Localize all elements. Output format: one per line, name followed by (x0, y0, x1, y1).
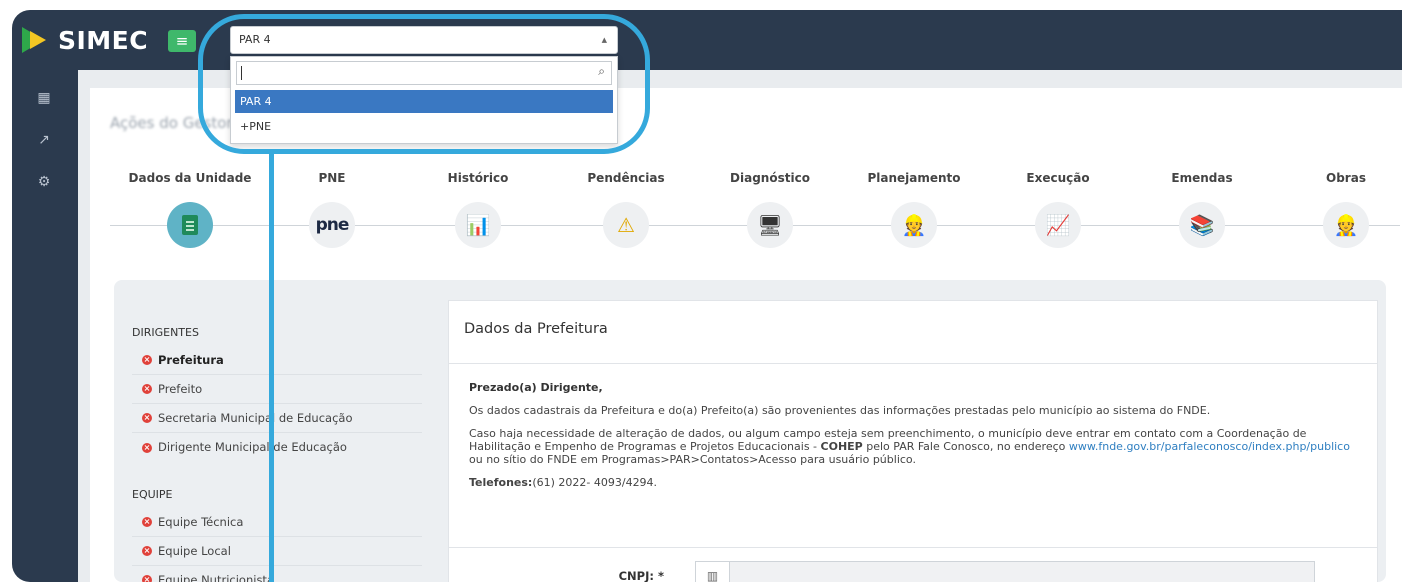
greeting-text: Prezado(a) Dirigente, (469, 381, 603, 394)
cogs-icon[interactable]: ⚙ (34, 172, 54, 192)
dropdown-option-pne[interactable]: +PNE (235, 115, 613, 138)
highlight-pointer-line (269, 154, 274, 582)
cnpj-field[interactable]: ▥ (695, 561, 1315, 582)
document-icon (167, 202, 213, 248)
program-select[interactable]: PAR 4 ▲ (230, 26, 618, 54)
grid-icon[interactable]: ▦ (34, 88, 54, 108)
error-circle-icon: × (142, 575, 152, 582)
left-menu: DIRIGENTES × Prefeitura × Prefeito × Secret… (132, 320, 422, 582)
menu-item-label: Equipe Local (158, 543, 231, 558)
step-label: Pendências (587, 171, 665, 185)
step-label: Emendas (1171, 171, 1233, 185)
step-label: Dados da Unidade (128, 171, 252, 185)
step-3[interactable]: Pendências ⚠ (556, 168, 696, 248)
cnpj-label: CNPJ: * (618, 569, 664, 582)
logo-mark-icon (22, 25, 56, 55)
card-title: Dados da Prefeitura (464, 321, 608, 337)
step-1[interactable]: PNE pne (262, 168, 402, 248)
program-dropdown: ⌕ PAR 4 +PNE (230, 56, 618, 144)
step-6[interactable]: Execução 📈 (988, 168, 1128, 248)
section-title-equipe: EQUIPE (132, 488, 173, 501)
step-8[interactable]: Obras 👷 (1276, 168, 1402, 248)
execution-chart-icon: 📈 (1035, 202, 1081, 248)
error-circle-icon: × (142, 517, 152, 527)
logo-text: SIMEC (58, 25, 149, 55)
menu-toggle-button[interactable]: ≡ (168, 30, 196, 52)
planner-person-icon: 👷 (891, 202, 937, 248)
presentation-chart-icon: 📊 (455, 202, 501, 248)
menu-item-dirigente[interactable]: × Dirigente Municipal de Educação (132, 433, 422, 462)
steps-bar: Dados da Unidade PNE pne Histórico 📊 Pendênci… (90, 168, 1402, 268)
menu-item-label: Prefeitura (158, 352, 224, 367)
worker-icon: 👷 (1323, 202, 1369, 248)
menu-item-label: Prefeito (158, 381, 203, 396)
step-2[interactable]: Histórico 📊 (408, 168, 548, 248)
menu-item-prefeitura[interactable]: × Prefeitura (132, 346, 422, 375)
warning-icon: ⚠ (603, 202, 649, 248)
amendments-icon: 📚 (1179, 202, 1225, 248)
monitor-icon: 🖥 (747, 202, 793, 248)
caret-up-icon: ▲ (601, 36, 607, 44)
error-circle-icon: × (142, 546, 152, 556)
menu-item-prefeito[interactable]: × Prefeito (132, 375, 422, 404)
select-value: PAR 4 (239, 33, 271, 46)
section-title-dirigentes: DIRIGENTES (132, 326, 199, 339)
step-label: Planejamento (867, 171, 961, 185)
step-label: PNE (318, 171, 346, 185)
menu-item-equipe-tecnica[interactable]: × Equipe Técnica (132, 508, 422, 537)
search-icon: ⌕ (598, 64, 605, 78)
menu-item-secretaria[interactable]: × Secretaria Municipal de Educação (132, 404, 422, 433)
info-paragraph: Os dados cadastrais da Prefeitura e do(a… (469, 404, 1211, 417)
error-circle-icon: × (142, 355, 152, 365)
hamburger-icon: ≡ (175, 32, 189, 50)
error-circle-icon: × (142, 442, 152, 453)
step-7[interactable]: Emendas 📚 (1132, 168, 1272, 248)
step-5[interactable]: Planejamento 👷 (844, 168, 984, 248)
menu-item-equipe-nutricionista[interactable]: × Equipe Nutricionista (132, 566, 422, 582)
building-icon: ▥ (696, 562, 730, 582)
content-panel: DIRIGENTES × Prefeitura × Prefeito × Secret… (114, 280, 1386, 582)
dropdown-search-input[interactable]: ⌕ (236, 61, 612, 85)
error-circle-icon: × (142, 413, 152, 423)
menu-item-label: Dirigente Municipal de Educação (158, 440, 347, 454)
text-cursor (241, 66, 242, 80)
top-navbar: SIMEC ≡ (12, 10, 1402, 70)
main-content: Ações do Gestor Dados da Unidade PNE pne Hi… (90, 88, 1402, 582)
page-title: Ações do Gestor (110, 114, 233, 132)
phones-text: Telefones:(61) 2022- 4093/4294. (469, 476, 658, 489)
card-body: Prezado(a) Dirigente, Os dados cadastrai… (469, 381, 1359, 499)
sidebar: ▦ ↗ ⚙ (12, 70, 78, 582)
simec-logo[interactable]: SIMEC (22, 22, 148, 58)
prefeitura-card: Dados da Prefeitura Prezado(a) Dirigente… (448, 300, 1378, 582)
contact-paragraph: Caso haja necessidade de alteração de da… (469, 427, 1350, 466)
divider (449, 547, 1377, 548)
step-0[interactable]: Dados da Unidade (120, 168, 260, 248)
error-circle-icon: × (142, 384, 152, 394)
fale-conosco-link[interactable]: www.fnde.gov.br/parfaleconosco/index.php… (1069, 440, 1350, 453)
divider (449, 363, 1377, 364)
pne-logo: pne (309, 202, 355, 248)
chart-icon[interactable]: ↗ (34, 130, 54, 150)
step-label: Diagnóstico (730, 171, 810, 185)
menu-item-label: Equipe Técnica (158, 514, 244, 529)
step-label: Obras (1326, 171, 1366, 185)
step-label: Execução (1026, 171, 1090, 185)
menu-item-label: Secretaria Municipal de Educação (158, 410, 353, 425)
dropdown-option-par4[interactable]: PAR 4 (235, 90, 613, 113)
menu-item-equipe-local[interactable]: × Equipe Local (132, 537, 422, 566)
step-4[interactable]: Diagnóstico 🖥 (700, 168, 840, 248)
app-window: SIMEC ≡ ▦ ↗ ⚙ Ações do Gestor Dados da U… (12, 10, 1402, 582)
step-label: Histórico (447, 171, 509, 185)
menu-item-label: Equipe Nutricionista (158, 572, 274, 582)
